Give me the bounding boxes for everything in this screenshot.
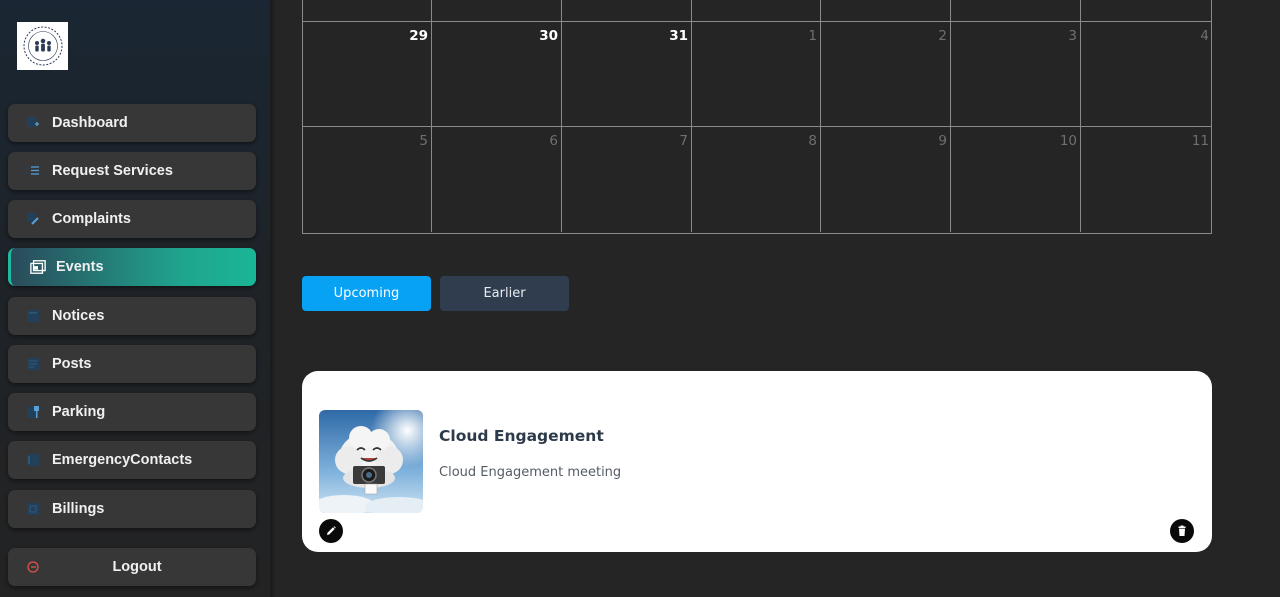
- notice-icon: [25, 308, 41, 324]
- logout-label: Logout: [112, 559, 162, 575]
- community-logo-icon: [23, 26, 62, 66]
- logout-button[interactable]: Logout: [8, 548, 256, 586]
- pencil-icon: [327, 526, 336, 535]
- calendar-icon: [30, 259, 46, 275]
- sidebar-item-label: Notices: [52, 308, 105, 324]
- day-number: 9: [938, 133, 947, 149]
- day-number: 5: [419, 133, 428, 149]
- calendar-day-cell[interactable]: 11: [1081, 127, 1211, 232]
- list-icon: [25, 163, 41, 179]
- sidebar-item-complaints[interactable]: Complaints: [8, 200, 256, 238]
- cloud-camera-image: [319, 410, 423, 513]
- calendar-grid: 29 30 31 1 2 3 4 5 6 7 8 9 10 11: [302, 0, 1212, 234]
- sidebar-item-parking[interactable]: Parking: [8, 393, 256, 431]
- event-title: Cloud Engagement: [439, 427, 604, 445]
- day-number: 4: [1200, 28, 1209, 44]
- calendar-day-cell[interactable]: 30: [432, 22, 562, 127]
- calendar-previous-row: [303, 0, 1211, 22]
- day-number: 1: [808, 28, 817, 44]
- sidebar-item-emergency-contacts[interactable]: EmergencyContacts: [8, 441, 256, 479]
- sidebar-item-label: EmergencyContacts: [52, 452, 193, 468]
- calendar-day-cell[interactable]: 2: [821, 22, 951, 127]
- upcoming-button[interactable]: Upcoming: [302, 276, 431, 311]
- calendar-cell[interactable]: [821, 0, 951, 22]
- event-image: [319, 410, 423, 513]
- sidebar-item-label: Request Services: [52, 163, 173, 179]
- calendar-cell[interactable]: [951, 0, 1081, 22]
- day-number: 10: [1059, 133, 1077, 149]
- day-number: 6: [549, 133, 558, 149]
- sidebar: Dashboard Request Services Complaints Ev…: [0, 0, 270, 597]
- sidebar-item-posts[interactable]: Posts: [8, 345, 256, 383]
- calendar-day-cell[interactable]: 29: [303, 22, 432, 127]
- calendar-cell[interactable]: [692, 0, 821, 22]
- calendar-day-cell[interactable]: 1: [692, 22, 821, 127]
- calendar-day-cell[interactable]: 10: [951, 127, 1081, 232]
- sidebar-shadow: [270, 0, 276, 597]
- day-number: 8: [808, 133, 817, 149]
- trash-icon: [1178, 525, 1186, 536]
- dashboard-icon: [25, 115, 41, 131]
- sidebar-item-label: Posts: [52, 356, 92, 372]
- calendar-week-row: 5 6 7 8 9 10 11: [303, 127, 1211, 232]
- parking-icon: [25, 404, 41, 420]
- calendar-day-cell[interactable]: 8: [692, 127, 821, 232]
- day-number: 2: [938, 28, 947, 44]
- event-card[interactable]: Cloud Engagement Cloud Engagement meetin…: [302, 371, 1212, 552]
- earlier-button[interactable]: Earlier: [440, 276, 569, 311]
- sidebar-item-label: Parking: [52, 404, 106, 420]
- calendar-day-cell[interactable]: 6: [432, 127, 562, 232]
- billing-icon: [25, 501, 41, 517]
- sidebar-item-events[interactable]: Events: [8, 248, 256, 286]
- contacts-icon: [25, 452, 41, 468]
- community-logo[interactable]: [17, 22, 68, 70]
- delete-button[interactable]: [1170, 519, 1194, 543]
- sidebar-item-dashboard[interactable]: Dashboard: [8, 104, 256, 142]
- calendar-cell[interactable]: [432, 0, 562, 22]
- day-number: 31: [669, 28, 688, 44]
- sidebar-item-label: Complaints: [52, 211, 131, 227]
- calendar-day-cell[interactable]: 9: [821, 127, 951, 232]
- calendar-day-cell[interactable]: 4: [1081, 22, 1211, 127]
- day-number: 29: [409, 28, 428, 44]
- event-description: Cloud Engagement meeting: [439, 465, 622, 480]
- sidebar-item-label: Events: [56, 259, 104, 275]
- day-number: 7: [679, 133, 688, 149]
- sidebar-item-label: Dashboard: [52, 115, 128, 131]
- sidebar-item-notices[interactable]: Notices: [8, 297, 256, 335]
- day-number: 30: [539, 28, 558, 44]
- edit-button[interactable]: [319, 519, 343, 543]
- post-icon: [25, 356, 41, 372]
- pen-icon: [25, 211, 41, 227]
- sidebar-item-request-services[interactable]: Request Services: [8, 152, 256, 190]
- calendar-day-cell[interactable]: 5: [303, 127, 432, 232]
- calendar-day-cell[interactable]: 7: [562, 127, 692, 232]
- calendar-day-cell[interactable]: 3: [951, 22, 1081, 127]
- calendar-cell[interactable]: [562, 0, 692, 22]
- calendar-cell[interactable]: [303, 0, 432, 22]
- sidebar-item-label: Billings: [52, 501, 105, 517]
- sidebar-item-billings[interactable]: Billings: [8, 490, 256, 528]
- calendar-day-cell[interactable]: 31: [562, 22, 692, 127]
- day-number: 3: [1068, 28, 1077, 44]
- day-number: 11: [1191, 133, 1209, 149]
- calendar-week-row: 29 30 31 1 2 3 4: [303, 22, 1211, 127]
